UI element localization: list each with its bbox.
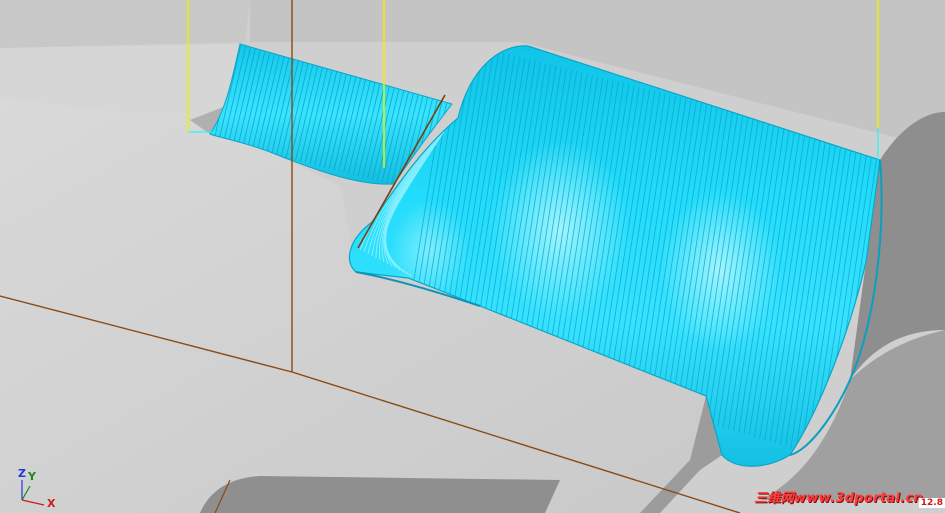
axis-y-line [21, 485, 31, 501]
axis-triad: Z Y X [12, 462, 62, 512]
corner-readout: 12.8 [918, 498, 945, 508]
watermark-text: 三维网www.3dportal.cn [754, 491, 923, 506]
axis-y-label: Y [28, 470, 36, 483]
stock-face-top-left [0, 0, 250, 48]
machining-scene [0, 0, 945, 513]
axis-z-label: Z [18, 467, 26, 480]
3d-viewport[interactable]: Z Y X 三维网www.3dportal.cn 12.8 [0, 0, 945, 513]
axis-x-line [21, 499, 45, 506]
axis-x-label: X [47, 497, 56, 510]
shadow-bottom-left [200, 476, 560, 513]
